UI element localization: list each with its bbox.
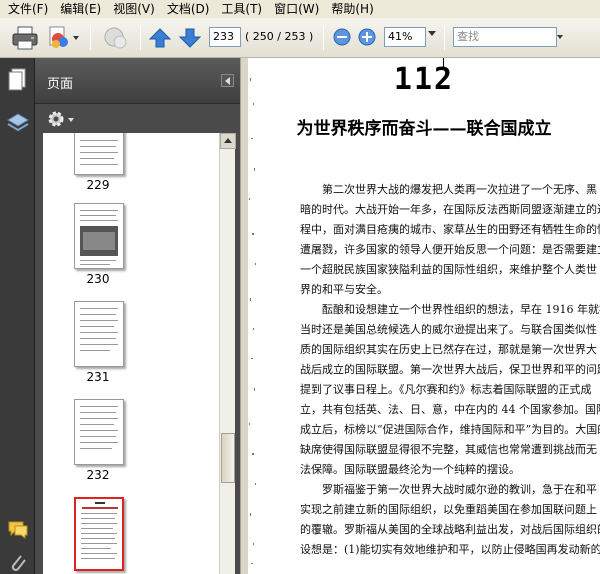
attachment-icon[interactable] (7, 552, 29, 574)
menu-edit[interactable]: 编辑(E) (54, 0, 107, 18)
zoom-out-button[interactable] (332, 27, 352, 47)
text-line: 遭屠戮，许多国家的领导人便开始反思一个问题：是否需要建立 (300, 243, 600, 256)
menu-file[interactable]: 文件(F) (2, 0, 54, 18)
chapter-title: 为世界秩序而奋斗——联合国成立 (296, 119, 552, 139)
navigation-strip (0, 58, 35, 574)
menu-view[interactable]: 视图(V) (107, 0, 161, 18)
zoom-in-icon (358, 28, 376, 46)
page-thumbnail-selected[interactable] (74, 497, 124, 571)
down-arrow-icon (179, 28, 201, 48)
scroll-up-button[interactable] (220, 133, 236, 149)
print-icon (12, 26, 38, 50)
comments-icon[interactable] (7, 520, 29, 542)
thumbnail-label: 231 (86, 370, 110, 384)
globe-icon (104, 27, 127, 49)
text-line: 质的国际组织其实在历史上已然存在过，那就是第一次世界大 (300, 343, 597, 356)
body-text: 第二次世界大战的爆发把人类再一次拉进了一个无序、黑暗的时代。大战开始一年多，在国… (300, 180, 600, 560)
text-line: 程中，面对满目疮痍的城市、家草丛生的田野还有牺牲生命的惨 (300, 223, 600, 236)
page-thumbnail[interactable] (74, 301, 124, 367)
panel-title: 页面 (47, 77, 74, 92)
text-line: 酝酿和设想建立一个世界性组织的想法，早在 1916 年就被 (322, 303, 600, 316)
gear-icon (48, 111, 74, 127)
page-count: ( 250 / 253 ) (245, 30, 314, 43)
text-line: 界的和平与安全。 (300, 283, 388, 296)
panel-header: 页面 (35, 58, 240, 104)
next-page-button[interactable] (178, 25, 202, 51)
up-arrow-icon (149, 28, 171, 48)
text-line: 缺席使得国际联盟显得很不完整，其威信也常常遭到挑战而无 (300, 443, 597, 456)
pages-panel: 页面 229 230 231 232 (35, 58, 240, 574)
text-line: 设想是：(1)能切实有效地维护和平，以防止侵略国再发动新的 (300, 543, 600, 556)
page-thumbnail[interactable] (74, 133, 124, 175)
create-pdf-button[interactable] (46, 24, 82, 52)
text-line: 战后成立的国际联盟。第一次世界大战后，保卫世界和平的问题 (300, 363, 600, 376)
acrobat-reader-window: 文件(F) 编辑(E) 视图(V) 文档(D) 工具(T) 窗口(W) 帮助(H… (0, 0, 600, 574)
menu-document[interactable]: 文档(D) (161, 0, 216, 18)
thumbnail-scrollbar[interactable] (219, 133, 236, 574)
text-line: 实现之前建立新的国际组织，以免重蹈美国在参加国联问题上 (300, 503, 597, 516)
scrollbar-thumb[interactable] (221, 433, 235, 483)
zoom-in-button[interactable] (357, 27, 377, 47)
network-icon (49, 26, 79, 48)
page-thumbnail[interactable] (74, 203, 124, 269)
panel-splitter[interactable] (240, 58, 248, 574)
menu-tools[interactable]: 工具(T) (215, 0, 268, 18)
layers-icon[interactable] (7, 112, 29, 134)
share-button[interactable] (100, 24, 130, 52)
text-line: 的覆辙。罗斯福从美国的全球战略利益出发，对战后国际组织的 (300, 523, 600, 536)
print-button[interactable] (10, 24, 40, 52)
thumbnail-list[interactable]: 229 230 231 232 (43, 133, 219, 574)
text-line: 当时还是美国总统候选人的威尔逊提出来了。与联合国类似性 (300, 323, 597, 336)
page-number-input[interactable]: 233 (209, 27, 241, 47)
search-input[interactable]: 查找 (453, 27, 557, 47)
text-line: 法保障。国际联盟最终沦为一个纯粹的摆设。 (300, 463, 520, 476)
collapse-panel-button[interactable] (221, 74, 234, 87)
menu-help[interactable]: 帮助(H) (325, 0, 379, 18)
menu-bar: 文件(F) 编辑(E) 视图(V) 文档(D) 工具(T) 窗口(W) 帮助(H… (0, 0, 600, 18)
pages-icon[interactable] (7, 68, 29, 91)
search-dropdown-arrow[interactable] (557, 27, 563, 47)
text-line: 罗斯福鉴于第一次世界大战时威尔逊的教训，急于在和平 (322, 483, 597, 496)
text-line: 一个超脱民族国家狭隘利益的国际性组织，来维护整个人类世 (300, 263, 597, 276)
panel-options-button[interactable] (47, 110, 77, 130)
menu-window[interactable]: 窗口(W) (268, 0, 325, 18)
thumbnail-label: 230 (86, 272, 110, 286)
text-line: 暗的时代。大战开始一年多，在国际反法西斯同盟逐渐建立的过 (300, 203, 600, 216)
previous-page-button[interactable] (148, 25, 172, 51)
text-line: 提到了议事日程上。《凡尔赛和约》标志着国际联盟的正式成 (300, 383, 592, 396)
page-thumbnail[interactable] (74, 399, 124, 465)
text-line: 第二次世界大战的爆发把人类再一次拉进了一个无序、黑 (322, 183, 597, 196)
page-number: 112 (393, 62, 455, 97)
thumbnail-label: 229 (86, 178, 110, 192)
text-line: 成立后，标榜以“促进国际合作，维持国际和平”为目的。大国的 (300, 423, 600, 436)
zoom-out-icon (333, 28, 351, 46)
zoom-input[interactable]: 41% (384, 27, 426, 47)
text-line: 立，共有包括英、法、日、意，中在内的 44 个国家参加。国际联盟 (300, 403, 600, 416)
document-view[interactable]: 112 为世界秩序而奋斗——联合国成立 第二次世界大战的爆发把人类再一次拉进了一… (248, 58, 600, 574)
thumbnail-label: 232 (86, 468, 110, 482)
zoom-dropdown-arrow[interactable] (428, 31, 436, 36)
toolbar: 233 ( 250 / 253 ) 41% 查找 (0, 18, 600, 58)
